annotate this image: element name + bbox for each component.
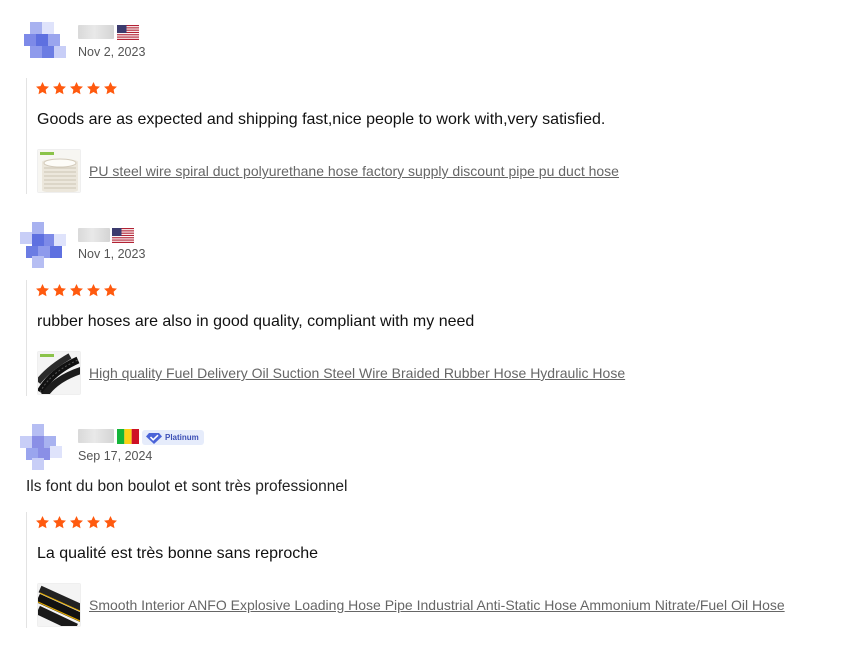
star-icon — [86, 283, 101, 298]
star-rating — [35, 283, 118, 298]
us-flag-icon — [112, 228, 134, 243]
star-rating — [35, 81, 118, 96]
star-icon — [35, 81, 50, 96]
review-item: Nov 2, 2023 Goods are as expected and sh… — [0, 0, 845, 200]
product-reference[interactable]: High quality Fuel Delivery Oil Suction S… — [37, 351, 625, 395]
buyer-comment: Ils font du bon boulot et sont très prof… — [26, 478, 348, 495]
product-link[interactable]: Smooth Interior ANFO Explosive Loading H… — [89, 597, 785, 613]
avatar — [24, 20, 70, 66]
user-name-masked — [78, 25, 114, 39]
product-reference[interactable]: PU steel wire spiral duct polyurethane h… — [37, 149, 619, 193]
platinum-badge: Platinum — [142, 430, 204, 445]
user-name-masked — [78, 429, 114, 443]
star-icon — [69, 515, 84, 530]
star-icon — [86, 515, 101, 530]
product-thumbnail[interactable] — [37, 149, 81, 193]
mali-flag-icon — [117, 429, 139, 444]
star-icon — [52, 515, 67, 530]
review-comment: rubber hoses are also in good quality, c… — [37, 313, 475, 330]
product-reference[interactable]: Smooth Interior ANFO Explosive Loading H… — [37, 583, 785, 627]
star-rating — [35, 515, 118, 530]
review-content: rubber hoses are also in good quality, c… — [26, 280, 625, 396]
avatar — [20, 222, 66, 268]
star-icon — [103, 515, 118, 530]
star-icon — [69, 283, 84, 298]
review-content: La qualité est très bonne sans reproche … — [26, 512, 785, 628]
review-comment: Goods are as expected and shipping fast,… — [37, 111, 606, 128]
us-flag-icon — [117, 25, 139, 40]
star-icon — [35, 283, 50, 298]
reviews-list: Nov 2, 2023 Goods are as expected and sh… — [0, 0, 845, 645]
star-icon — [52, 81, 67, 96]
star-icon — [103, 81, 118, 96]
product-thumbnail[interactable] — [37, 351, 81, 395]
star-icon — [103, 283, 118, 298]
star-icon — [69, 81, 84, 96]
review-item: Nov 1, 2023 rubber hoses are also in goo… — [0, 202, 845, 402]
review-comment: La qualité est très bonne sans reproche — [37, 545, 319, 562]
diamond-icon — [146, 432, 162, 444]
review-item: Platinum Sep 17, 2024 Ils font du bon bo… — [0, 404, 845, 644]
review-date: Nov 2, 2023 — [78, 45, 146, 59]
review-date: Sep 17, 2024 — [78, 449, 153, 463]
star-icon — [35, 515, 50, 530]
review-date: Nov 1, 2023 — [78, 247, 146, 261]
product-link[interactable]: High quality Fuel Delivery Oil Suction S… — [89, 365, 625, 381]
star-icon — [52, 283, 67, 298]
avatar — [20, 424, 66, 470]
user-name-masked — [78, 228, 110, 242]
badge-label: Platinum — [165, 433, 199, 442]
product-thumbnail[interactable] — [37, 583, 81, 627]
product-link[interactable]: PU steel wire spiral duct polyurethane h… — [89, 163, 619, 179]
review-content: Goods are as expected and shipping fast,… — [26, 78, 619, 194]
star-icon — [86, 81, 101, 96]
